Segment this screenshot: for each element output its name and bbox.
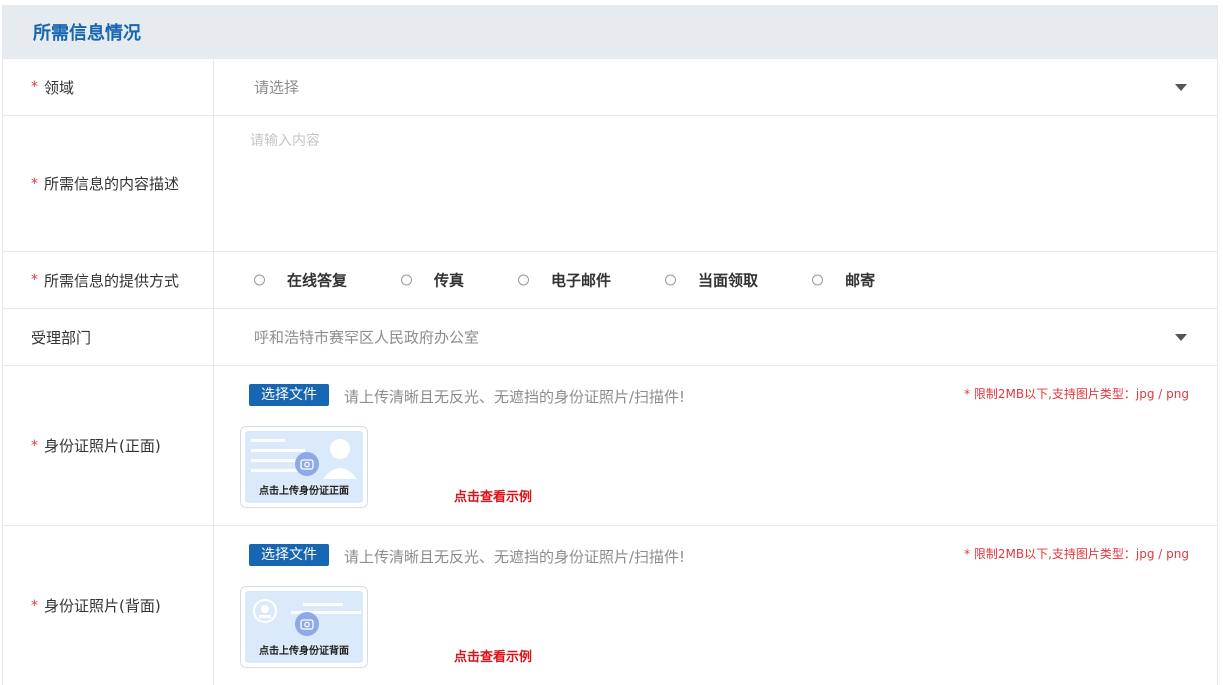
required-mark: *: [31, 79, 38, 95]
row-id-front: * 身份证照片(正面) 选择文件 请上传清晰且无反光、无遮挡的身份证照片/扫描件…: [3, 365, 1217, 525]
id-card-front-upload[interactable]: 点击上传身份证正面: [240, 426, 368, 508]
method-radio-group: 在线答复 传真 电子邮件 当面领取 邮寄: [254, 270, 929, 291]
upload-limit-note: * 限制2MB以下,支持图片类型：jpg / png: [964, 547, 1189, 561]
field-select-placeholder: 请选择: [254, 78, 300, 97]
description-label-container: * 所需信息的内容描述: [3, 116, 214, 251]
choose-file-button[interactable]: 选择文件: [249, 544, 329, 566]
id-back-label: 身份证照片(背面): [44, 597, 161, 615]
chevron-down-icon: [1175, 84, 1187, 91]
radio-label: 传真: [434, 271, 465, 290]
description-label: 所需信息的内容描述: [44, 175, 180, 193]
field-select[interactable]: 请选择: [214, 59, 1217, 115]
radio-email[interactable]: 电子邮件: [518, 270, 611, 291]
upload-hint: 请上传清晰且无反光、无遮挡的身份证照片/扫描件!: [344, 388, 686, 406]
row-method: * 所需信息的提供方式 在线答复 传真 电子邮件 当面领取 邮寄: [3, 251, 1217, 308]
upload-limit-note: * 限制2MB以下,支持图片类型：jpg / png: [964, 387, 1189, 401]
field-label-container: * 领域: [3, 59, 214, 115]
id-back-label-container: * 身份证照片(背面): [3, 526, 214, 685]
radio-label: 电子邮件: [551, 271, 612, 290]
radio-in-person[interactable]: 当面领取: [665, 270, 758, 291]
info-form-panel: 所需信息情况 * 领域 请选择 * 所需信息的内容描述 请输入内容 * 所需信息…: [2, 5, 1218, 685]
radio-label: 当面领取: [698, 271, 759, 290]
department-label: 受理部门: [31, 328, 92, 347]
choose-file-button[interactable]: 选择文件: [249, 384, 329, 406]
id-card-front-illustration: 点击上传身份证正面: [245, 431, 363, 503]
radio-circle[interactable]: [518, 274, 530, 286]
radio-label: 邮寄: [845, 271, 876, 290]
id-card-back-upload[interactable]: 点击上传身份证背面: [240, 586, 368, 668]
department-select[interactable]: 呼和浩特市赛罕区人民政府办公室: [214, 309, 1217, 365]
radio-fax[interactable]: 传真: [401, 270, 464, 291]
row-id-back: * 身份证照片(背面) 选择文件 请上传清晰且无反光、无遮挡的身份证照片/扫描件…: [3, 525, 1217, 685]
required-mark: *: [31, 597, 38, 614]
description-placeholder: 请输入内容: [250, 133, 320, 149]
id-back-upload-area: 选择文件 请上传清晰且无反光、无遮挡的身份证照片/扫描件! * 限制2MB以下,…: [214, 526, 1217, 685]
radio-circle[interactable]: [254, 274, 265, 286]
section-title: 所需信息情况: [3, 5, 1217, 58]
radio-circle[interactable]: [665, 274, 677, 286]
method-label-container: * 所需信息的提供方式: [3, 252, 214, 308]
method-label: 所需信息的提供方式: [44, 271, 180, 290]
field-label: 领域: [44, 78, 75, 97]
view-example-link[interactable]: 点击查看示例: [454, 486, 532, 505]
id-card-front-caption: 点击上传身份证正面: [259, 486, 349, 497]
radio-circle[interactable]: [812, 274, 824, 286]
view-example-link[interactable]: 点击查看示例: [454, 646, 532, 665]
id-front-upload-area: 选择文件 请上传清晰且无反光、无遮挡的身份证照片/扫描件! * 限制2MB以下,…: [214, 366, 1217, 525]
row-description: * 所需信息的内容描述 请输入内容: [3, 115, 1217, 251]
row-department: 受理部门 呼和浩特市赛罕区人民政府办公室: [3, 308, 1217, 365]
id-front-label-container: * 身份证照片(正面): [3, 366, 214, 525]
id-card-back-caption: 点击上传身份证背面: [259, 646, 349, 657]
description-textarea[interactable]: 请输入内容: [214, 116, 1217, 251]
required-mark: *: [31, 272, 38, 288]
required-mark: *: [31, 175, 38, 192]
department-label-container: 受理部门: [3, 309, 214, 365]
chevron-down-icon: [1175, 334, 1187, 341]
required-mark: *: [31, 437, 38, 454]
radio-label: 在线答复: [287, 271, 348, 290]
radio-online-reply[interactable]: 在线答复: [254, 270, 347, 291]
department-select-value: 呼和浩特市赛罕区人民政府办公室: [254, 328, 480, 347]
method-radio-group-container: 在线答复 传真 电子邮件 当面领取 邮寄: [214, 252, 1217, 308]
id-front-label: 身份证照片(正面): [44, 437, 161, 455]
radio-mail[interactable]: 邮寄: [812, 270, 875, 291]
radio-circle[interactable]: [401, 274, 413, 286]
id-card-back-illustration: 点击上传身份证背面: [245, 591, 363, 663]
upload-hint: 请上传清晰且无反光、无遮挡的身份证照片/扫描件!: [344, 548, 686, 566]
row-field: * 领域 请选择: [3, 58, 1217, 115]
